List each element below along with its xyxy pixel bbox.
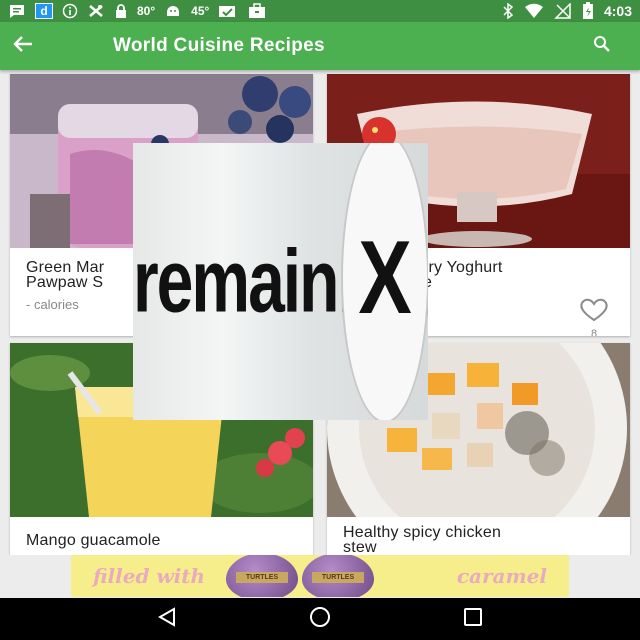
- back-button[interactable]: [0, 22, 50, 70]
- info-icon: [62, 3, 78, 19]
- page-title: World Cuisine Recipes: [113, 35, 325, 56]
- android-icon: [164, 3, 182, 19]
- clock: 4:03: [603, 3, 632, 19]
- recipe-calories: - calories: [26, 297, 79, 312]
- recipe-title-line1: rry Yoghurt: [423, 259, 503, 276]
- egg-image: TURTLES: [226, 555, 298, 597]
- app-bar: World Cuisine Recipes: [0, 22, 640, 70]
- egg-image: TURTLES: [302, 555, 374, 597]
- recipe-title-line2: stew: [343, 539, 377, 556]
- like-button[interactable]: 8: [578, 298, 610, 336]
- recipe-title-line2: Pawpaw S: [26, 274, 104, 291]
- ad-eggs: TURTLES TURTLES: [226, 555, 374, 597]
- arrow-back-icon: [12, 35, 34, 58]
- temperature-1: 80°: [137, 4, 156, 18]
- nav-recents-icon: [462, 606, 484, 633]
- battery-charging-icon: [582, 2, 594, 20]
- message-icon: [8, 3, 26, 19]
- nav-back-button[interactable]: [147, 599, 187, 639]
- system-nav-bar: [0, 598, 640, 640]
- heart-icon: [578, 298, 610, 327]
- bluetooth-icon: [502, 3, 514, 19]
- lock-icon: [114, 3, 128, 19]
- nav-back-icon: [156, 606, 178, 633]
- photo-check-icon: [218, 3, 238, 19]
- wifi-icon: [524, 3, 544, 19]
- briefcase-icon: [247, 3, 267, 19]
- recipe-title-line1: Mango guacamole: [26, 532, 161, 549]
- status-bar: d 80° 45° 4:03: [0, 0, 640, 22]
- like-count: 8: [590, 328, 598, 336]
- popup-close-button[interactable]: X: [341, 143, 428, 420]
- egg-label: TURTLES: [236, 572, 288, 583]
- nav-recents-button[interactable]: [453, 599, 493, 639]
- egg-label: TURTLES: [312, 572, 364, 583]
- search-button[interactable]: [590, 34, 614, 58]
- status-bar-left: d 80° 45°: [8, 3, 267, 19]
- ad-text-right: caramel: [456, 564, 547, 588]
- popup-ad-overlay[interactable]: remaining X: [133, 143, 428, 420]
- d-app-icon: d: [35, 3, 53, 19]
- nav-home-button[interactable]: [300, 599, 340, 639]
- search-icon: [593, 35, 611, 58]
- no-signal-icon: [554, 3, 572, 19]
- cross-fit-icon: [87, 3, 105, 19]
- status-bar-right: 4:03: [502, 2, 632, 20]
- temperature-2: 45°: [191, 4, 210, 18]
- close-icon: X: [358, 219, 412, 336]
- ad-banner[interactable]: filled with TURTLES TURTLES caramel: [71, 555, 569, 597]
- ad-text-left: filled with: [93, 564, 206, 588]
- nav-home-icon: [308, 605, 332, 634]
